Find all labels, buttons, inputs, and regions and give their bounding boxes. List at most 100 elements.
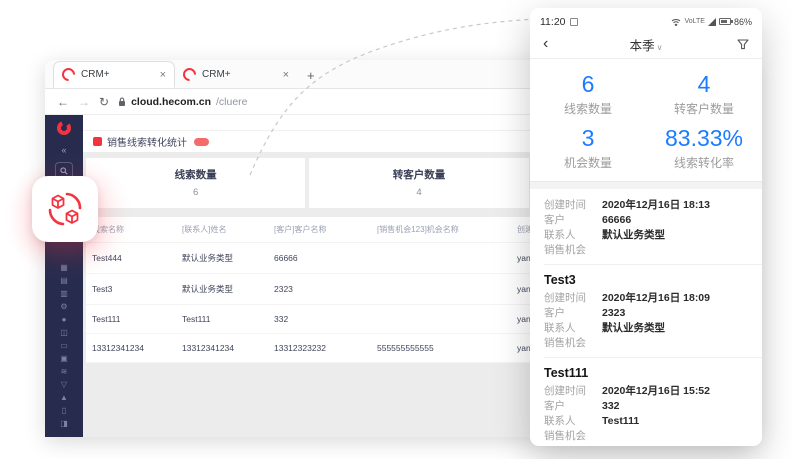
list-item[interactable]: Test3 创建时间2020年12月16日 18:09客户2323联系人默认业务类… bbox=[544, 265, 762, 358]
phone-stat: 6线索数量 bbox=[530, 71, 646, 117]
phone-stat-label: 转客户数量 bbox=[646, 100, 762, 117]
status-app-icon bbox=[570, 18, 578, 26]
new-tab-button[interactable]: + bbox=[307, 68, 315, 88]
section-divider bbox=[530, 181, 762, 189]
settings-gear-icon[interactable]: ⚙ bbox=[60, 303, 67, 311]
stat-card-value: 4 bbox=[416, 187, 421, 198]
phone-screenshot: 11:20 VoLTE 86% ‹ 本季∨ bbox=[530, 8, 762, 446]
lock-icon bbox=[118, 97, 126, 107]
lead-field-label: 联系人 bbox=[544, 228, 602, 243]
table-cell: 13312341234 bbox=[176, 334, 268, 363]
lead-field-row: 销售机会 bbox=[544, 243, 762, 258]
wave-icon[interactable]: ≋ bbox=[61, 368, 68, 376]
board-icon[interactable]: ◨ bbox=[60, 420, 68, 428]
phone-nav-bar: ‹ 本季∨ bbox=[530, 30, 762, 59]
column-header: [联系人]姓名 bbox=[176, 217, 268, 243]
sidebar-icon-column: ▦▤▥⚙●◫▭▣≋▽▲▯◨ bbox=[60, 264, 68, 428]
phone-stat-value: 4 bbox=[646, 71, 762, 97]
tab-close-icon[interactable]: × bbox=[160, 69, 166, 81]
wifi-icon bbox=[671, 18, 681, 26]
table-cell: 555555555555 bbox=[371, 334, 511, 363]
lead-field-label: 客户 bbox=[544, 399, 602, 414]
table-cell: Test111 bbox=[176, 305, 268, 334]
tab-label: CRM+ bbox=[81, 69, 110, 80]
tab-list: CRM+ × CRM+ × bbox=[53, 61, 297, 88]
lead-field-label: 销售机会 bbox=[544, 429, 602, 444]
table-cell: 默认业务类型 bbox=[176, 243, 268, 274]
lead-field-value: 332 bbox=[602, 399, 620, 414]
lead-field-value: 默认业务类型 bbox=[602, 321, 665, 336]
lead-field-label: 创建时间 bbox=[544, 291, 602, 306]
lead-field-label: 客户 bbox=[544, 306, 602, 321]
card-icon[interactable]: ▭ bbox=[60, 342, 68, 350]
back-icon[interactable]: ← bbox=[57, 95, 69, 109]
table-cell: 66666 bbox=[268, 243, 371, 274]
lead-field-row: 客户332 bbox=[544, 399, 762, 414]
table-cell: 1331 bbox=[86, 363, 176, 364]
column-header: [销售机会123]机会名称 bbox=[371, 217, 511, 243]
url-path: /cluere bbox=[216, 96, 248, 108]
phone-stat-label: 机会数量 bbox=[530, 154, 646, 171]
stat-card-label: 线索数量 bbox=[175, 167, 217, 182]
lead-name: Test111 bbox=[544, 366, 762, 380]
phone-stats: 6线索数量4转客户数量3机会数量83.33%线索转化率 bbox=[530, 59, 762, 181]
url-input[interactable]: cloud.hecom.cn/cluere bbox=[118, 96, 247, 108]
funnel-icon[interactable]: ▽ bbox=[61, 381, 67, 389]
list-item[interactable]: Test111创建时间2020年12月16日 15:52客户332联系人Test… bbox=[544, 358, 762, 446]
lead-field-row: 销售机会 bbox=[544, 336, 762, 351]
lead-field-label: 客户 bbox=[544, 213, 602, 228]
chart-icon[interactable]: ▲ bbox=[60, 394, 68, 402]
table-cell: 121212 bbox=[371, 363, 511, 364]
battery-percent: 86% bbox=[734, 17, 752, 27]
phone-stat-label: 线索转化率 bbox=[646, 154, 762, 171]
table-cell: Test111 bbox=[86, 305, 176, 334]
crm-favicon-icon bbox=[59, 65, 77, 83]
page-title[interactable]: 销售线索转化统计 bbox=[107, 134, 187, 149]
browser-tab[interactable]: CRM+ × bbox=[175, 61, 297, 88]
hecom-logo-icon bbox=[56, 120, 72, 136]
table-cell bbox=[371, 243, 511, 274]
lead-field-row: 联系人默认业务类型 bbox=[544, 228, 762, 243]
lead-field-row: 客户2323 bbox=[544, 306, 762, 321]
lead-field-row: 创建时间2020年12月16日 15:52 bbox=[544, 384, 762, 399]
chevron-down-icon: ∨ bbox=[657, 43, 663, 52]
lead-field-value: 2020年12月16日 18:13 bbox=[602, 198, 710, 213]
refresh-icon[interactable]: ↻ bbox=[99, 95, 109, 109]
table-cell: 13312323232 bbox=[268, 334, 371, 363]
lead-field-row: 销售机会 bbox=[544, 429, 762, 444]
document-icon[interactable]: ▥ bbox=[60, 290, 68, 298]
browser-tab[interactable]: CRM+ × bbox=[53, 61, 175, 88]
lead-field-value: 2020年12月16日 18:09 bbox=[602, 291, 710, 306]
report-icon bbox=[93, 137, 102, 146]
lead-field-row: 联系人默认业务类型 bbox=[544, 321, 762, 336]
table-cell: 13312341234 bbox=[86, 334, 176, 363]
module-icon[interactable]: ▣ bbox=[60, 355, 68, 363]
column-header: [客户]客户名称 bbox=[268, 217, 371, 243]
panel-icon[interactable]: ◫ bbox=[60, 329, 68, 337]
lead-field-value: 2020年12月16日 15:52 bbox=[602, 384, 710, 399]
period-dropdown[interactable]: 本季∨ bbox=[530, 35, 762, 54]
app-badge bbox=[32, 176, 98, 242]
dot-icon[interactable]: ● bbox=[62, 316, 67, 324]
tab-close-icon[interactable]: × bbox=[283, 69, 289, 81]
lead-field-label: 销售机会 bbox=[544, 336, 602, 351]
lead-field-row: 创建时间2020年12月16日 18:09 bbox=[544, 291, 762, 306]
table-cell: 332 bbox=[268, 305, 371, 334]
lead-name: Test3 bbox=[544, 273, 762, 287]
lead-field-row: 创建时间2020年12月16日 18:13 bbox=[544, 198, 762, 213]
volte-indicator: VoLTE bbox=[684, 18, 705, 25]
file-icon[interactable]: ▯ bbox=[62, 407, 66, 415]
phone-status-bar: 11:20 VoLTE 86% bbox=[530, 8, 762, 30]
lead-list: 创建时间2020年12月16日 18:13客户66666联系人默认业务类型销售机… bbox=[530, 189, 762, 446]
phone-stat-value: 6 bbox=[530, 71, 646, 97]
title-badge bbox=[194, 138, 209, 146]
crm-favicon-icon bbox=[180, 65, 198, 83]
tab-label: CRM+ bbox=[202, 69, 231, 80]
phone-stat: 4 转客户数量 bbox=[646, 71, 762, 117]
url-host: cloud.hecom.cn bbox=[131, 96, 211, 108]
list-item[interactable]: 创建时间2020年12月16日 18:13客户66666联系人默认业务类型销售机… bbox=[544, 193, 762, 265]
forward-icon[interactable]: → bbox=[78, 95, 90, 109]
marketing-composite: CRM+ × CRM+ × + ← → ↻ cloud.hecom.cn/cluere… bbox=[0, 0, 792, 459]
table-cell: 1331 bbox=[176, 363, 268, 364]
lead-field-label: 创建时间 bbox=[544, 384, 602, 399]
